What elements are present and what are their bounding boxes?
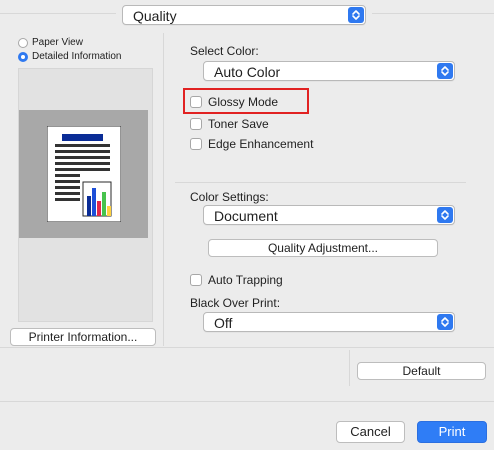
chevron-up-down-icon <box>348 7 364 23</box>
glossy-mode-row[interactable]: Glossy Mode <box>190 94 278 110</box>
select-color-popup[interactable]: Auto Color <box>203 61 455 81</box>
print-button[interactable]: Print <box>417 421 487 443</box>
main-vertical-divider <box>163 33 164 346</box>
color-settings-label: Color Settings: <box>190 190 269 204</box>
radio-detailed-info-row[interactable]: Detailed Information <box>18 50 122 64</box>
main-bottom-divider-2 <box>0 401 494 402</box>
radio-paper-view-row[interactable]: Paper View <box>18 36 83 50</box>
glossy-mode-checkbox[interactable] <box>190 96 202 108</box>
auto-trapping-checkbox[interactable] <box>190 274 202 286</box>
radio-detailed-info[interactable] <box>18 52 28 62</box>
preview-panel <box>18 68 153 322</box>
printer-information-button[interactable]: Printer Information... <box>10 328 156 346</box>
bottom-small-vertical-divider <box>349 350 350 386</box>
main-bottom-divider <box>0 347 494 348</box>
quality-popup-label: Quality <box>133 8 177 24</box>
top-divider-left <box>0 13 116 14</box>
color-settings-popup[interactable]: Document <box>203 205 455 225</box>
edge-enhancement-checkbox[interactable] <box>190 138 202 150</box>
chevron-up-down-icon <box>437 314 453 330</box>
select-color-label: Select Color: <box>190 44 259 58</box>
color-settings-value: Document <box>214 208 278 224</box>
default-button[interactable]: Default <box>357 362 486 380</box>
preview-gray-area <box>19 110 148 238</box>
preview-document-icon <box>47 126 121 222</box>
chevron-up-down-icon <box>437 63 453 79</box>
auto-trapping-label: Auto Trapping <box>208 273 283 287</box>
quality-adjustment-button[interactable]: Quality Adjustment... <box>208 239 438 257</box>
toner-save-label: Toner Save <box>208 117 269 131</box>
edge-enhancement-row[interactable]: Edge Enhancement <box>190 136 313 152</box>
auto-trapping-row[interactable]: Auto Trapping <box>190 272 283 288</box>
chevron-up-down-icon <box>437 207 453 223</box>
cancel-button-label: Cancel <box>350 424 391 439</box>
top-divider-right <box>372 13 494 14</box>
radio-detailed-info-label: Detailed Information <box>32 51 122 62</box>
black-over-print-value: Off <box>214 315 233 331</box>
cancel-button[interactable]: Cancel <box>336 421 405 443</box>
print-button-label: Print <box>438 424 466 439</box>
black-over-print-label: Black Over Print: <box>190 296 281 310</box>
glossy-mode-label: Glossy Mode <box>208 95 279 109</box>
quality-adjustment-button-label: Quality Adjustment... <box>267 241 379 255</box>
black-over-print-popup[interactable]: Off <box>203 312 455 332</box>
quality-popup[interactable]: Quality <box>122 5 366 25</box>
radio-paper-view-label: Paper View <box>32 37 83 48</box>
default-button-label: Default <box>402 364 441 378</box>
edge-enhancement-label: Edge Enhancement <box>208 137 314 151</box>
toner-save-checkbox[interactable] <box>190 118 202 130</box>
radio-paper-view[interactable] <box>18 38 28 48</box>
right-section-divider <box>175 182 466 183</box>
toner-save-row[interactable]: Toner Save <box>190 116 269 132</box>
select-color-value: Auto Color <box>214 64 281 80</box>
printer-information-button-label: Printer Information... <box>28 330 138 344</box>
